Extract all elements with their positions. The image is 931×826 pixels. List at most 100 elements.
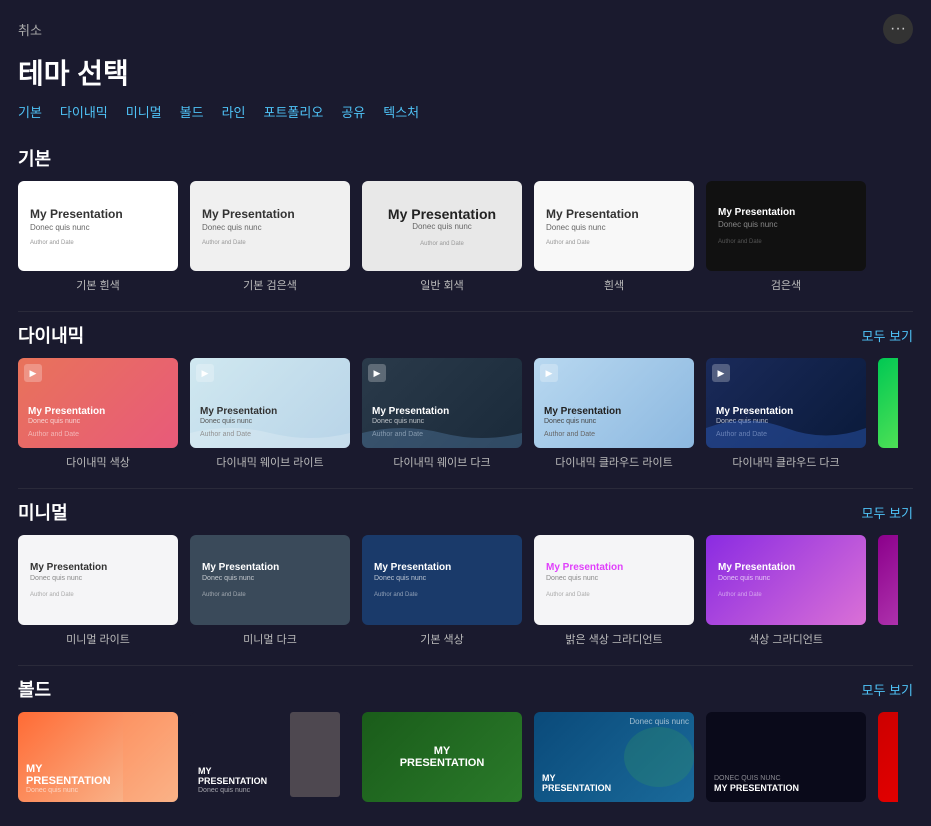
play-icon: ▶ (196, 364, 214, 382)
thumb-sub: Donec quis nunc (412, 222, 472, 231)
dyn-title: My Presentation (372, 406, 512, 417)
dyn-sub: Donec quis nunc (28, 418, 168, 425)
section-title-dynamic: 다이내믹 (18, 322, 84, 348)
card-label: 검은색 (706, 277, 866, 293)
card-label: 흰색 (534, 277, 694, 293)
card-dyn-coral[interactable]: ▶ My Presentation Donec quis nunc Author… (18, 358, 178, 470)
section-basic: 기본 My Presentation Donec quis nunc Autho… (0, 135, 931, 311)
card-label: 밝은 색상 그라디언트 (534, 631, 694, 647)
see-all-dynamic[interactable]: 모두 보기 (862, 326, 913, 345)
nav-tabs: 기본 다이내믹 미니멀 볼드 라인 포트폴리오 공유 텍스처 (0, 102, 931, 135)
card-bold-2[interactable]: MYPRESENTATION Donec quis nunc (190, 712, 350, 808)
bold-text: MY PRESENTATION (714, 784, 858, 794)
section-dynamic: 다이내믹 모두 보기 ▶ My Presentation Donec quis … (0, 312, 931, 488)
card-label: 다이내믹 클라우드 다크 (706, 454, 866, 470)
play-icon: ▶ (712, 364, 730, 382)
min-title: My Presentation (202, 562, 338, 573)
section-title-minimal: 미니멀 (18, 499, 68, 525)
min-sub: Donec quis nunc (546, 575, 682, 582)
card-label: 다이내믹 클라우드 라이트 (534, 454, 694, 470)
card-dyn-cloud-light[interactable]: ▶ My Presentation Donec quis nunc Author… (534, 358, 694, 470)
thumb-dyn-cloud-dark: ▶ My Presentation Donec quis nunc Author… (706, 358, 866, 448)
card-label: 기본 검은색 (190, 277, 350, 293)
card-basic-darkwhite[interactable]: My Presentation Donec quis nunc Author a… (190, 181, 350, 293)
thumb-sub: Donec quis nunc (546, 223, 682, 232)
thumb-author: Author and Date (30, 240, 166, 246)
card-min-pink[interactable]: My Presentation Donec quis nunc Author a… (534, 535, 694, 647)
cancel-button[interactable]: 취소 (18, 20, 42, 39)
thumb-sub: Donec quis nunc (718, 220, 854, 229)
thumb-bold-2: MYPRESENTATION Donec quis nunc (190, 712, 350, 802)
card-min-gradient[interactable]: My Presentation Donec quis nunc Author a… (706, 535, 866, 647)
min-author: Author and Date (546, 592, 682, 598)
play-icon: ▶ (24, 364, 42, 382)
thumb-author: Author and Date (420, 241, 464, 247)
thumb-min-pink: My Presentation Donec quis nunc Author a… (534, 535, 694, 625)
thumb-sub: Donec quis nunc (30, 223, 166, 232)
card-dyn-partial (878, 358, 898, 470)
basic-cards-row: My Presentation Donec quis nunc Author a… (18, 181, 913, 293)
thumb-bold-4: Donec quis nunc MYPRESENTATION (534, 712, 694, 802)
card-bold-5[interactable]: DONEC QUIS NUNC MY PRESENTATION (706, 712, 866, 808)
card-dyn-wave-light[interactable]: ▶ My Presentation Donec quis nunc Author… (190, 358, 350, 470)
more-button[interactable]: ··· (883, 14, 913, 44)
thumb-title: My Presentation (718, 207, 854, 218)
dyn-title: My Presentation (200, 406, 340, 417)
card-bold-1[interactable]: MYPRESENTATION Donec quis nunc (18, 712, 178, 808)
dyn-title: My Presentation (28, 406, 168, 417)
card-label: 기본 흰색 (18, 277, 178, 293)
thumb-dyn-wave-light: ▶ My Presentation Donec quis nunc Author… (190, 358, 350, 448)
card-basic-white[interactable]: My Presentation Donec quis nunc Author a… (18, 181, 178, 293)
minimal-cards-row: My Presentation Donec quis nunc Author a… (18, 535, 913, 647)
thumb-title: My Presentation (388, 206, 496, 222)
tab-bold[interactable]: 볼드 (180, 102, 204, 121)
thumb-min-navy: My Presentation Donec quis nunc Author a… (362, 535, 522, 625)
thumb-basic-gray: My Presentation Donec quis nunc Author a… (362, 181, 522, 271)
thumb-sub: Donec quis nunc (202, 223, 338, 232)
tab-share[interactable]: 공유 (341, 102, 365, 121)
thumb-dyn-cloud-light: ▶ My Presentation Donec quis nunc Author… (534, 358, 694, 448)
card-label: 기본 색상 (362, 631, 522, 647)
section-minimal: 미니멀 모두 보기 My Presentation Donec quis nun… (0, 489, 931, 665)
card-min-navy[interactable]: My Presentation Donec quis nunc Author a… (362, 535, 522, 647)
min-author: Author and Date (718, 592, 854, 598)
tab-texture[interactable]: 텍스처 (383, 102, 419, 121)
card-label: 다이내믹 웨이브 라이트 (190, 454, 350, 470)
min-title: My Presentation (30, 562, 166, 573)
page-title: 테마 선택 (0, 48, 931, 102)
min-author: Author and Date (374, 592, 510, 598)
more-icon: ··· (890, 20, 906, 38)
see-all-minimal[interactable]: 모두 보기 (862, 503, 913, 522)
card-min-light[interactable]: My Presentation Donec quis nunc Author a… (18, 535, 178, 647)
card-bold-3[interactable]: MYPRESENTATION (362, 712, 522, 808)
thumb-dyn-wave-dark: ▶ My Presentation Donec quis nunc Author… (362, 358, 522, 448)
thumb-bold-5: DONEC QUIS NUNC MY PRESENTATION (706, 712, 866, 802)
min-author: Author and Date (202, 592, 338, 598)
see-all-bold[interactable]: 모두 보기 (862, 680, 913, 699)
tab-portfolio[interactable]: 포트폴리오 (264, 102, 324, 121)
thumb-bold-3: MYPRESENTATION (362, 712, 522, 802)
tab-dynamic[interactable]: 다이내믹 (60, 102, 108, 121)
thumb-title: My Presentation (546, 207, 682, 221)
tab-basic[interactable]: 기본 (18, 102, 42, 121)
thumb-dyn-coral: ▶ My Presentation Donec quis nunc Author… (18, 358, 178, 448)
thumb-title: My Presentation (30, 207, 166, 221)
min-title: My Presentation (546, 562, 682, 573)
card-basic-gray[interactable]: My Presentation Donec quis nunc Author a… (362, 181, 522, 293)
bold-text: MYPRESENTATION (542, 774, 686, 794)
tab-lineup[interactable]: 라인 (222, 102, 246, 121)
bold-text: MYPRESENTATION (400, 745, 485, 769)
card-dyn-cloud-dark[interactable]: ▶ My Presentation Donec quis nunc Author… (706, 358, 866, 470)
min-sub: Donec quis nunc (718, 575, 854, 582)
thumb-author: Author and Date (202, 240, 338, 246)
card-min-dark[interactable]: My Presentation Donec quis nunc Author a… (190, 535, 350, 647)
card-basic-white2[interactable]: My Presentation Donec quis nunc Author a… (534, 181, 694, 293)
card-bold-4[interactable]: Donec quis nunc MYPRESENTATION (534, 712, 694, 808)
donec-text: Donec quis nunc (629, 717, 689, 726)
card-dyn-wave-dark[interactable]: ▶ My Presentation Donec quis nunc Author… (362, 358, 522, 470)
thumb-basic-white: My Presentation Donec quis nunc Author a… (18, 181, 178, 271)
card-label: 일반 회색 (362, 277, 522, 293)
tab-minimal[interactable]: 미니멀 (126, 102, 162, 121)
card-basic-black[interactable]: My Presentation Donec quis nunc Author a… (706, 181, 866, 293)
thumb-min-dark: My Presentation Donec quis nunc Author a… (190, 535, 350, 625)
